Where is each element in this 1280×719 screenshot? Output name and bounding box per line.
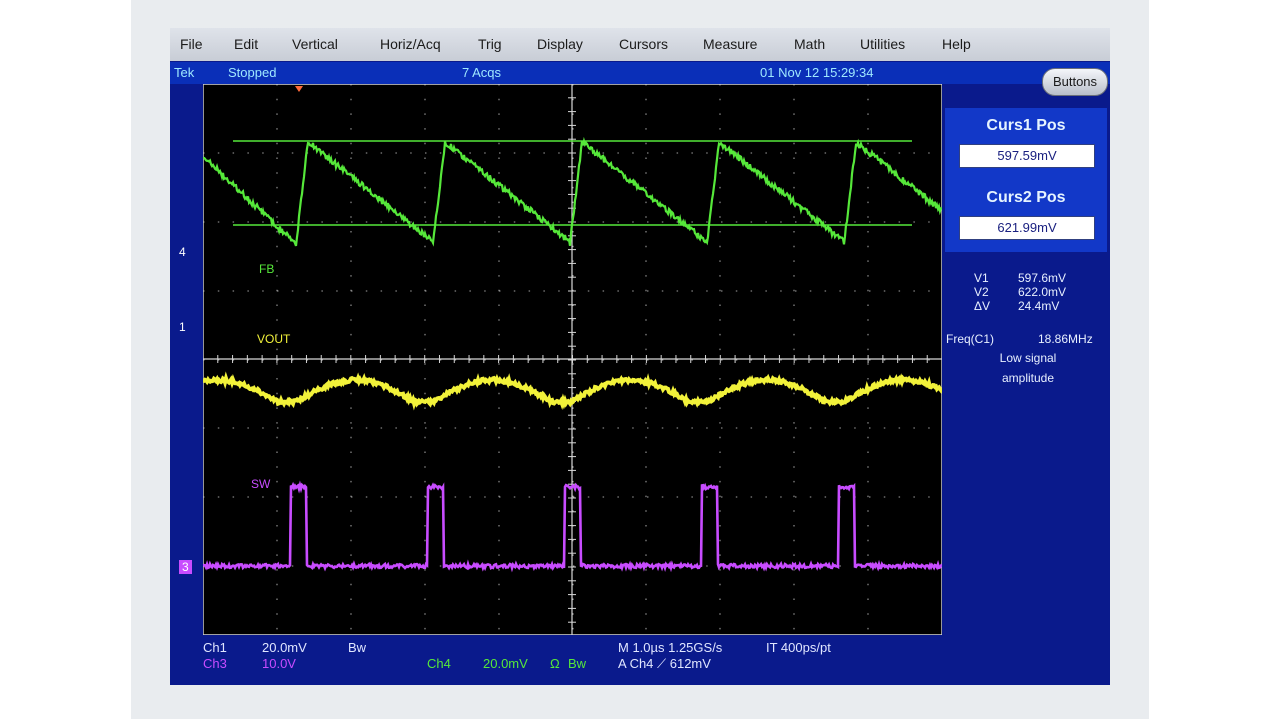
menu-bar: File Edit Vertical Horiz/Acq Trig Displa… [170,28,1110,61]
oscilloscope-window: File Edit Vertical Horiz/Acq Trig Displa… [170,28,1110,685]
menu-horiz-acq[interactable]: Horiz/Acq [380,36,441,52]
acq-state: Stopped [228,65,276,80]
datetime: 01 Nov 12 15:29:34 [760,65,873,80]
buttons-button[interactable]: Buttons [1042,68,1108,96]
menu-display[interactable]: Display [537,36,583,52]
cursor2-title: Curs2 Pos [945,189,1107,207]
cursor1-title: Curs1 Pos [945,117,1107,135]
v1-value: 597.6mV [1018,271,1066,285]
ch1-bw: Bw [348,640,366,655]
vout-label: VOUT [257,332,290,346]
brand-label: Tek [174,65,194,80]
delta-v-value: 24.4mV [1018,299,1059,313]
ch4-scale[interactable]: 20.0mV [483,656,528,671]
ch1-marker[interactable]: 1 [179,320,186,334]
menu-measure[interactable]: Measure [703,36,757,52]
graticule-grid [203,84,942,635]
ch1-name[interactable]: Ch1 [203,640,227,655]
menu-help[interactable]: Help [942,36,971,52]
trigger-position-marker [295,86,303,92]
menu-vertical[interactable]: Vertical [292,36,338,52]
v1-label: V1 [974,271,989,285]
freq-label: Freq(C1) [946,332,994,346]
ch3-scale[interactable]: 10.0V [262,656,296,671]
v2-value: 622.0mV [1018,285,1066,299]
ch4-marker[interactable]: 4 [179,245,186,259]
delta-v-label: ΔV [974,299,990,313]
ch3-marker[interactable]: 3 [179,560,192,574]
menu-utilities[interactable]: Utilities [860,36,905,52]
status-bar: Tek Stopped 7 Acqs 01 Nov 12 15:29:34 [170,62,1110,84]
menu-math[interactable]: Math [794,36,825,52]
cursor2-panel[interactable]: Curs2 Pos 621.99mV [945,180,1107,252]
menu-file[interactable]: File [180,36,203,52]
channel-settings-bar: Ch1 20.0mV Bw Ch3 10.0V Ch4 20.0mV Ω Bw … [170,638,1110,685]
acq-count: 7 Acqs [462,65,501,80]
cursor1-value[interactable]: 597.59mV [959,144,1095,168]
timebase[interactable]: M 1.0µs 1.25GS/s [618,640,722,655]
sw-label: SW [251,477,270,491]
low-signal-note: Low signal amplitude [988,348,1068,388]
fb-label: FB [259,262,274,276]
v2-label: V2 [974,285,989,299]
ch4-name[interactable]: Ch4 [427,656,451,671]
menu-trig[interactable]: Trig [478,36,502,52]
ch1-scale[interactable]: 20.0mV [262,640,307,655]
ch4-bw: Bw [568,656,586,671]
trigger-settings[interactable]: A Ch4 ⟋ 612mV [618,656,711,672]
ch4-ohm: Ω [550,656,560,671]
freq-value: 18.86MHz [1038,332,1093,346]
waveform-graticule [203,84,942,635]
cursor1-panel[interactable]: Curs1 Pos 597.59mV [945,108,1107,180]
menu-edit[interactable]: Edit [234,36,258,52]
scope-display: FB VOUT SW [203,84,942,635]
menu-cursors[interactable]: Cursors [619,36,668,52]
interpolation-time: IT 400ps/pt [766,640,831,655]
ch3-name[interactable]: Ch3 [203,656,227,671]
cursor2-value[interactable]: 621.99mV [959,216,1095,240]
